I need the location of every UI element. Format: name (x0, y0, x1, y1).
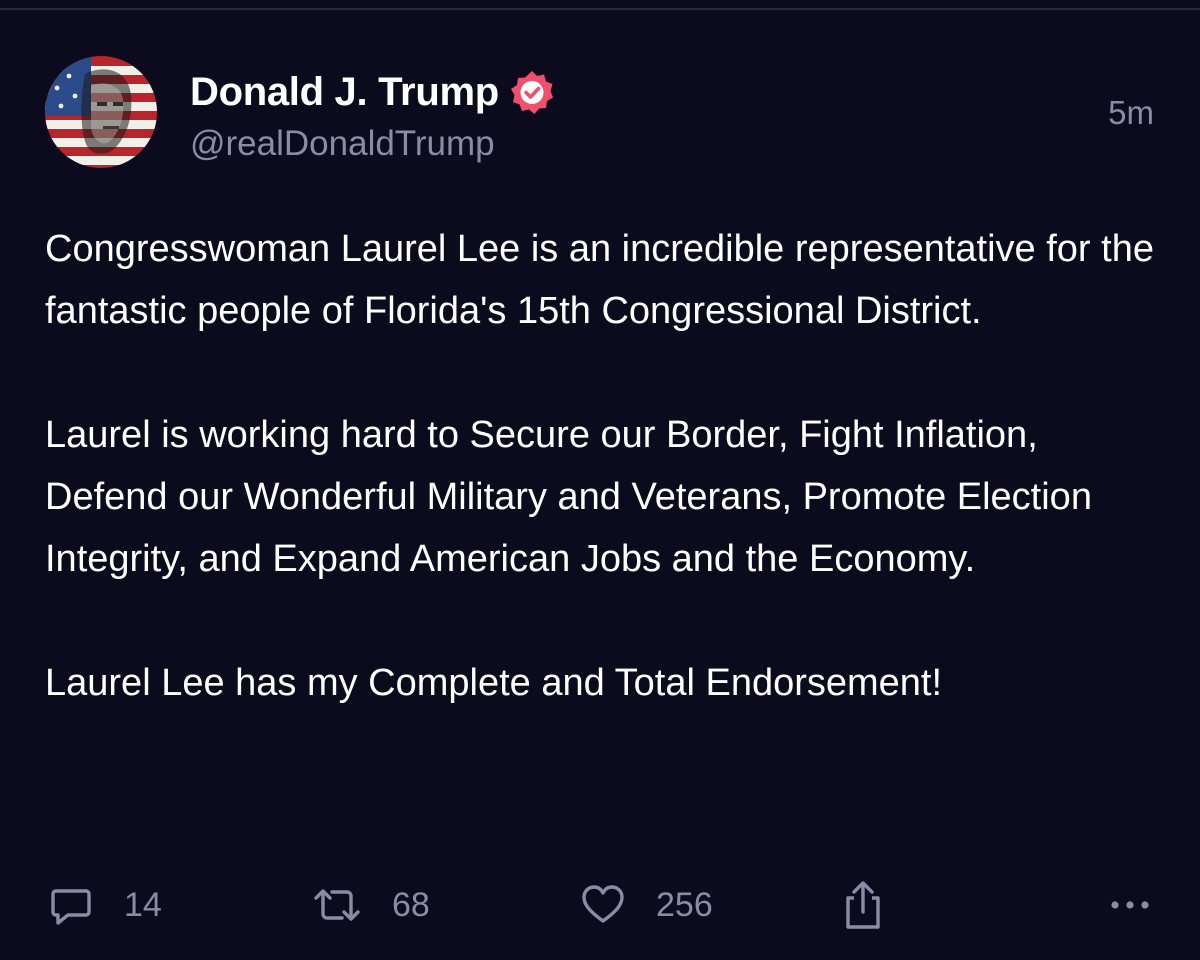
post-paragraph: Laurel Lee has my Complete and Total End… (45, 662, 943, 704)
reply-icon (48, 882, 94, 928)
verified-badge-icon (509, 69, 555, 115)
repost-count: 68 (392, 885, 430, 924)
like-button[interactable]: 256 (580, 872, 713, 938)
author-block: Donald J. Trump @realDonaldTrump (190, 66, 555, 164)
post: Donald J. Trump @realDonaldTrump 5m Cong… (0, 0, 1200, 960)
heart-icon (580, 882, 626, 928)
post-body: Congresswoman Laurel Lee is an incredibl… (45, 218, 1165, 714)
action-bar: 14 68 256 (0, 872, 1200, 938)
avatar[interactable] (45, 56, 157, 168)
handle[interactable]: @realDonaldTrump (190, 124, 555, 164)
reply-button[interactable]: 14 (48, 872, 162, 938)
more-icon (1108, 895, 1152, 915)
reply-count: 14 (124, 885, 162, 924)
post-paragraph: Laurel is working hard to Secure our Bor… (45, 414, 1092, 580)
repost-button[interactable]: 68 (312, 872, 430, 938)
display-name[interactable]: Donald J. Trump (190, 70, 499, 115)
like-count: 256 (656, 885, 713, 924)
timestamp[interactable]: 5m (1108, 94, 1154, 132)
share-icon (840, 878, 886, 932)
repost-icon (312, 882, 362, 928)
share-button[interactable] (840, 872, 886, 938)
post-paragraph: Congresswoman Laurel Lee is an incredibl… (45, 228, 1154, 332)
more-options-button[interactable] (1108, 872, 1152, 938)
avatar-image (45, 56, 157, 168)
name-row: Donald J. Trump (190, 66, 555, 118)
